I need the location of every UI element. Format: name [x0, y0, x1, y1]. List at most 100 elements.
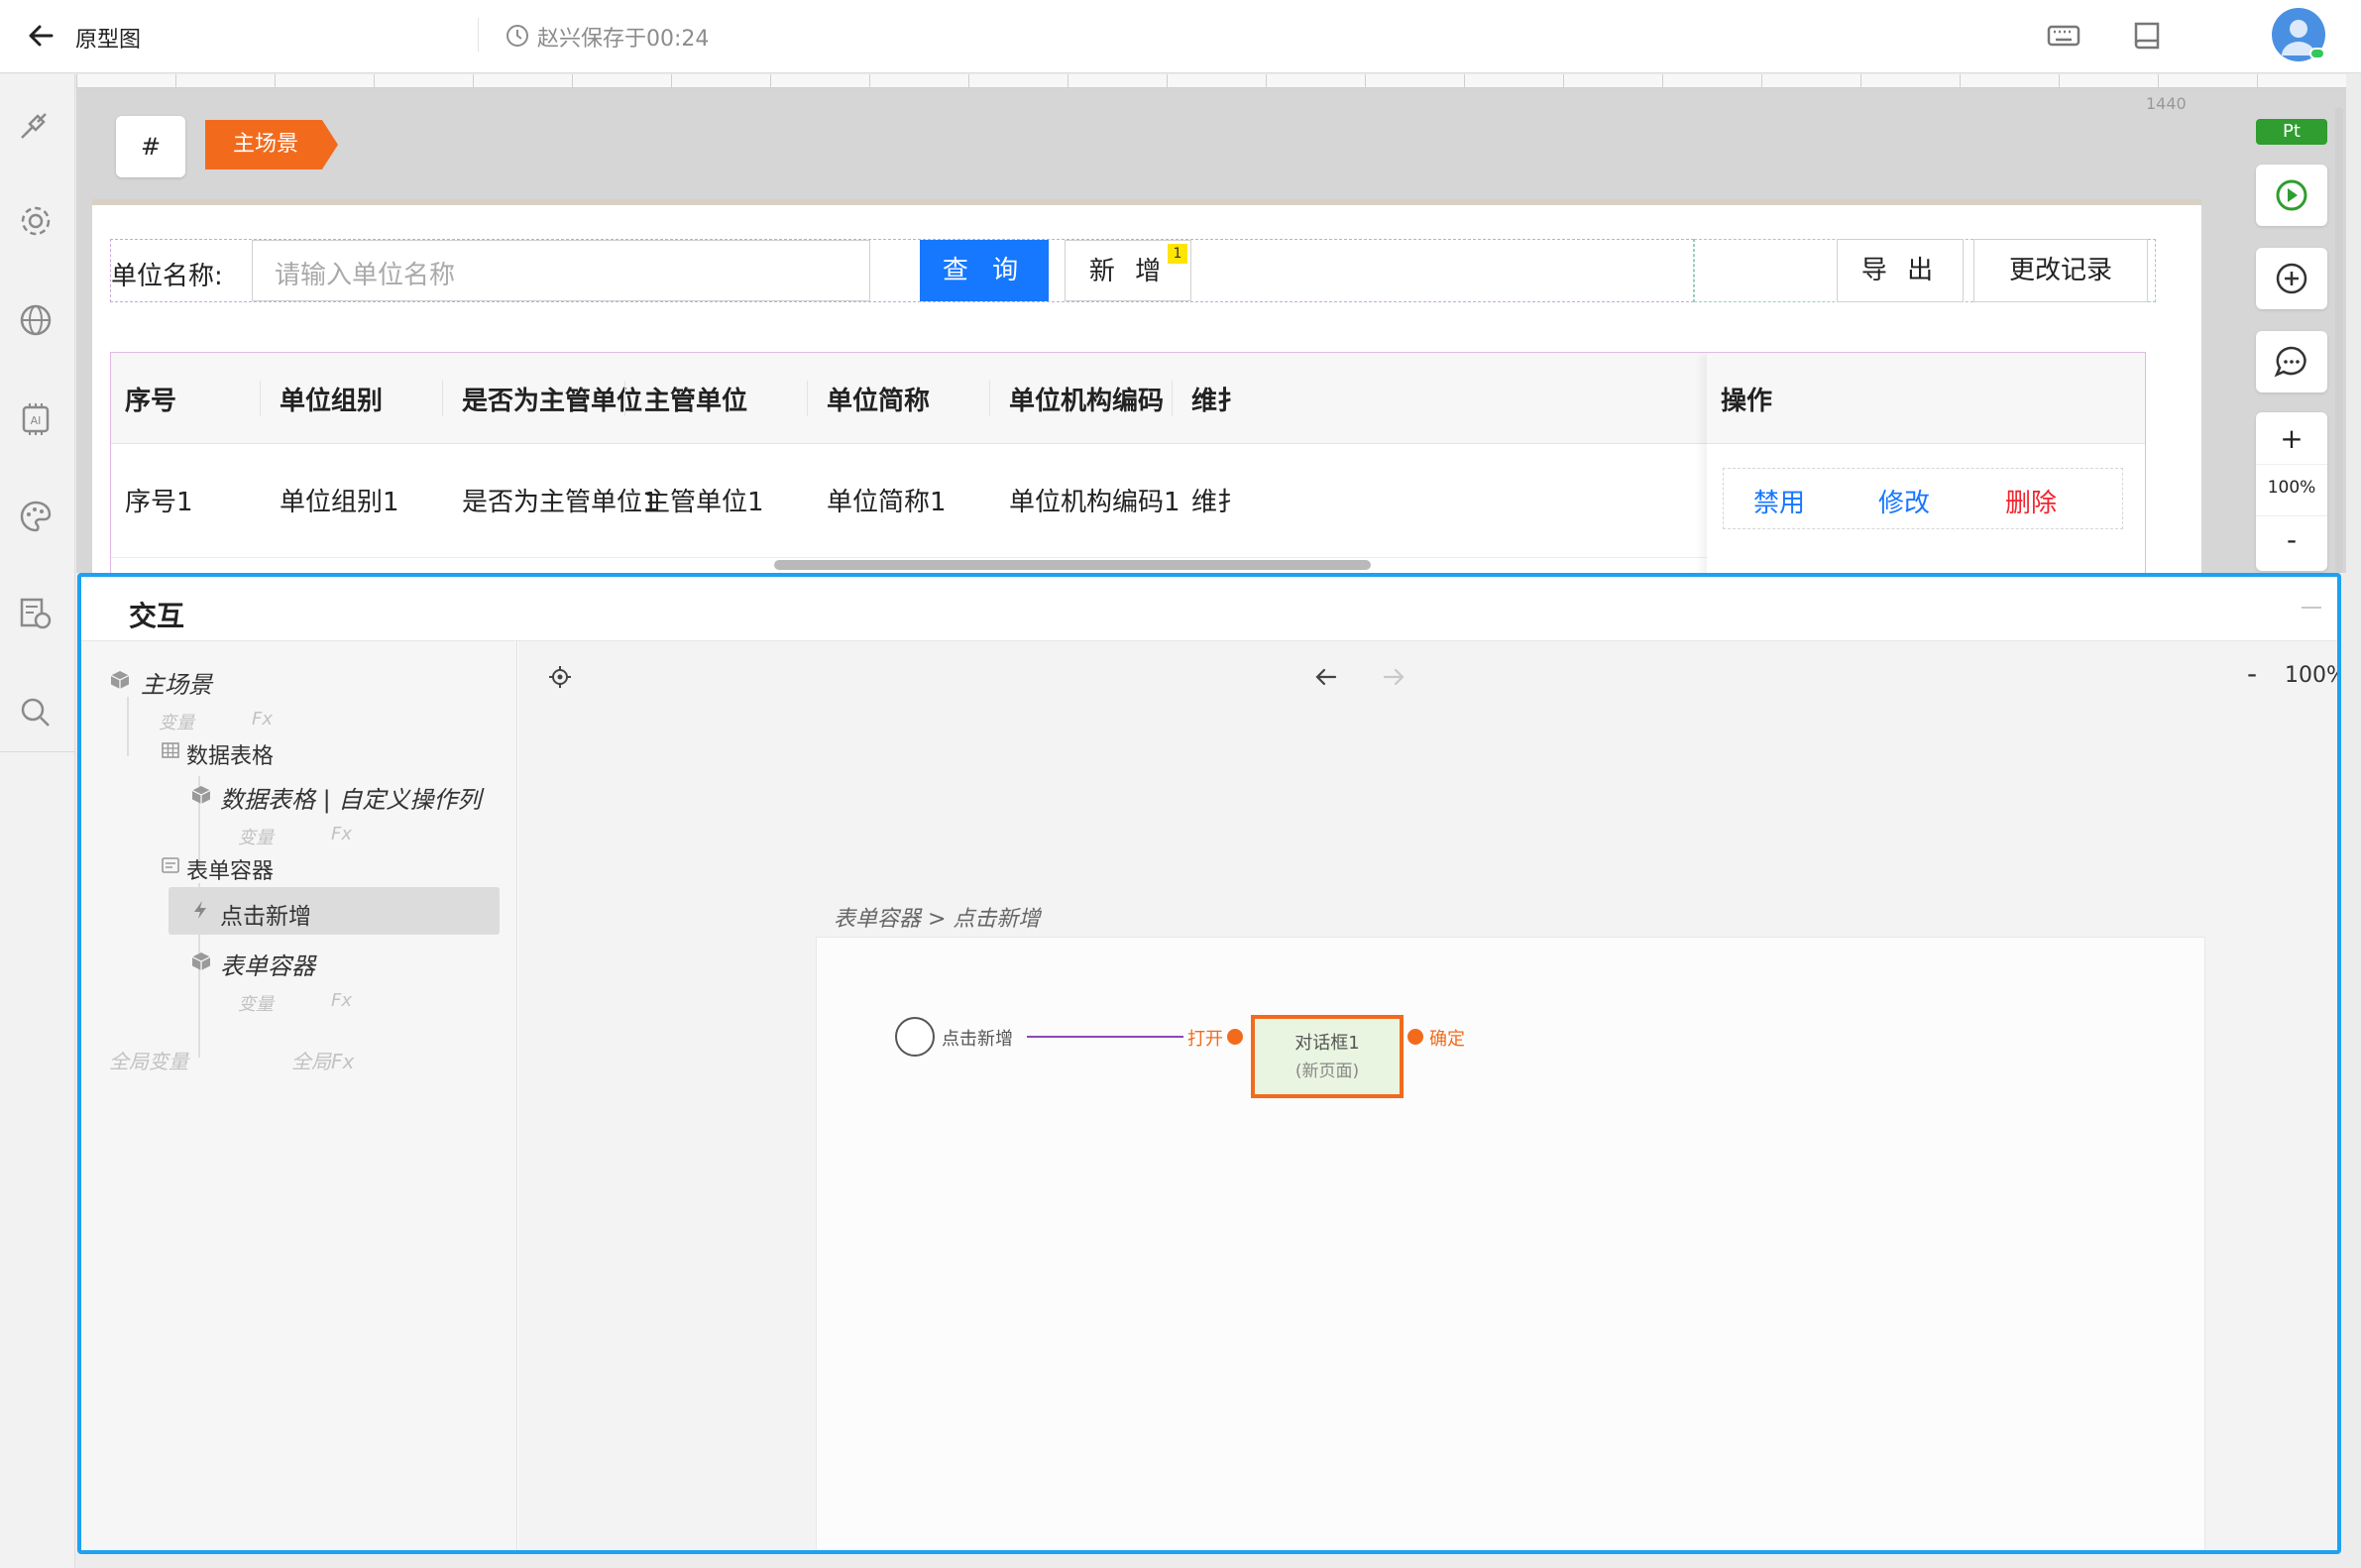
- column-header: 操作: [1721, 387, 1773, 416]
- plus-circle-icon: [2276, 263, 2307, 294]
- change-log-button[interactable]: 更改记录: [1973, 239, 2148, 302]
- column-header: 序号: [125, 387, 177, 416]
- open-action-label[interactable]: 打开: [1187, 1025, 1223, 1051]
- add-circle-button[interactable]: [2256, 248, 2327, 309]
- hash-button[interactable]: #: [116, 116, 185, 177]
- tree-fx[interactable]: Fx: [331, 990, 352, 1011]
- cube-icon: [191, 786, 211, 804]
- ruler-mark: 1440: [2146, 94, 2187, 113]
- tree-node-data-table[interactable]: 数据表格: [186, 738, 274, 770]
- search-icon[interactable]: [14, 691, 57, 734]
- global-fx[interactable]: 全局Fx: [291, 1046, 354, 1074]
- global-var[interactable]: 全局变量: [109, 1046, 188, 1074]
- horizontal-scrollbar[interactable]: [774, 560, 1371, 570]
- design-canvas[interactable]: 1440 # 主场景 单位名称: 请输入单位名称 查 询 新 增 1 导 出 更…: [76, 74, 2346, 573]
- clock-icon: [506, 25, 528, 47]
- ai-chip-icon[interactable]: AI: [14, 397, 57, 441]
- back-arrow-icon[interactable]: [22, 16, 61, 56]
- preview-button[interactable]: [2256, 165, 2327, 226]
- comment-button[interactable]: [2256, 331, 2327, 392]
- edit-link[interactable]: 修改: [1878, 483, 1930, 519]
- column-header: 单位组别: [280, 387, 384, 416]
- unit-name-input[interactable]: 请输入单位名称: [252, 240, 870, 301]
- disable-link[interactable]: 禁用: [1753, 483, 1805, 519]
- play-circle-icon: [2276, 179, 2307, 211]
- tree-node-selected[interactable]: [169, 887, 500, 935]
- flow-zoom-out-button[interactable]: -: [2247, 657, 2257, 690]
- divider: [2256, 464, 2327, 465]
- tree-fx[interactable]: Fx: [252, 709, 273, 729]
- flow-zoom-level: 100%: [2285, 663, 2341, 688]
- dialog-node[interactable]: 对话框1 (新页面): [1251, 1015, 1404, 1098]
- table-cell: 单位简称1: [827, 488, 947, 517]
- search-form-row[interactable]: 单位名称: 请输入单位名称 查 询 新 增 1: [110, 239, 1694, 302]
- online-status-dot: [2309, 48, 2325, 59]
- table-cell: 维扌: [1191, 488, 1244, 517]
- plug-icon[interactable]: [14, 102, 57, 146]
- tree-var[interactable]: 变量: [238, 824, 274, 849]
- interaction-count-badge: 1: [1168, 244, 1187, 264]
- operation-column: 操作 禁用 修改 删除: [1707, 353, 2145, 573]
- tree-var[interactable]: 变量: [159, 709, 194, 734]
- table-cell: 主管单位1: [644, 488, 764, 517]
- history-doc-icon[interactable]: [14, 592, 57, 635]
- tree-node-form-container-child[interactable]: 表单容器: [220, 947, 315, 981]
- flow-canvas[interactable]: 点击新增 打开 对话框1 (新页面) 确定: [816, 937, 2205, 1550]
- start-node-label[interactable]: 点击新增: [942, 1025, 1013, 1051]
- save-status: 赵兴保存于00:24: [537, 27, 710, 52]
- redo-arrow-icon[interactable]: [1379, 663, 1408, 691]
- tree-node-data-table-column[interactable]: 数据表格 | 自定义操作列: [220, 780, 481, 815]
- table-cell: 单位机构编码1: [1009, 488, 1180, 517]
- query-button[interactable]: 查 询: [920, 240, 1049, 301]
- tree-node-form-container[interactable]: 表单容器: [186, 853, 274, 885]
- column-header: 单位机构编码: [1009, 387, 1165, 416]
- tree-node-click-add[interactable]: 点击新增: [220, 897, 311, 931]
- interaction-panel: 交互 主场景 变量 Fx 数据表格 数据表格 | 自定义操作列 变量 Fx 表单…: [77, 573, 2341, 1554]
- divider: [2256, 515, 2327, 516]
- operation-header-cell: 操作: [1707, 353, 2145, 444]
- tree-node-root[interactable]: 主场景: [141, 665, 212, 700]
- flow-breadcrumb: 表单容器 > 点击新增: [834, 907, 1041, 932]
- panel-title: 交互: [129, 600, 185, 632]
- globe-icon[interactable]: [14, 298, 57, 342]
- lightning-icon: [194, 901, 206, 919]
- canvas-zoom-control: + 100% -: [2256, 412, 2327, 571]
- table-cell: 序号1: [125, 488, 193, 517]
- left-rail: AI: [0, 74, 75, 1568]
- undo-arrow-icon[interactable]: [1311, 663, 1341, 691]
- minimize-icon[interactable]: [2302, 607, 2321, 609]
- confirm-action-label[interactable]: 确定: [1429, 1025, 1465, 1051]
- column-divider: [807, 381, 808, 416]
- book-icon[interactable]: [2127, 16, 2167, 56]
- locate-icon[interactable]: [546, 663, 574, 691]
- confirm-port-dot[interactable]: [1407, 1029, 1423, 1045]
- column-divider: [1172, 381, 1173, 416]
- palette-icon[interactable]: [14, 495, 57, 538]
- form-icon: [162, 857, 179, 873]
- tree-var[interactable]: 变量: [238, 990, 274, 1016]
- delete-link[interactable]: 删除: [2005, 483, 2057, 519]
- comment-icon: [2274, 346, 2306, 378]
- column-divider: [442, 381, 443, 416]
- dialog-node-subtitle: (新页面): [1294, 1062, 1360, 1081]
- zoom-in-button[interactable]: +: [2256, 422, 2327, 455]
- flow-connector-lines: [895, 1017, 1183, 1057]
- open-port-dot[interactable]: [1227, 1029, 1243, 1045]
- divider: [0, 751, 75, 752]
- scene-tag[interactable]: 主场景: [205, 120, 338, 169]
- cube-icon: [110, 671, 130, 689]
- operation-actions: 禁用 修改 删除: [1723, 468, 2123, 529]
- cube-icon: [191, 952, 211, 970]
- tree-fx[interactable]: Fx: [331, 824, 352, 844]
- keyboard-icon[interactable]: [2044, 16, 2083, 56]
- gear-icon[interactable]: [14, 199, 57, 243]
- dialog-node-title: 对话框1: [1294, 1033, 1360, 1054]
- top-bar: 原型图 赵兴保存于00:24: [0, 0, 2361, 73]
- zoom-out-button[interactable]: -: [2256, 523, 2327, 556]
- pt-badge[interactable]: Pt: [2256, 119, 2327, 145]
- data-table: 序号 单位组别 是否为主管单位 主管单位 单位简称 单位机构编码 维扌 序号1 …: [110, 352, 2146, 573]
- table-cell: 是否为主管单位1: [462, 488, 659, 517]
- vertical-scrollbar[interactable]: [2335, 107, 2343, 573]
- flow-editor[interactable]: - 100% + 表单容器 > 点击新增 点击新增 打开 对话框1 (新页面) …: [518, 641, 2341, 1550]
- export-button[interactable]: 导 出: [1837, 239, 1964, 302]
